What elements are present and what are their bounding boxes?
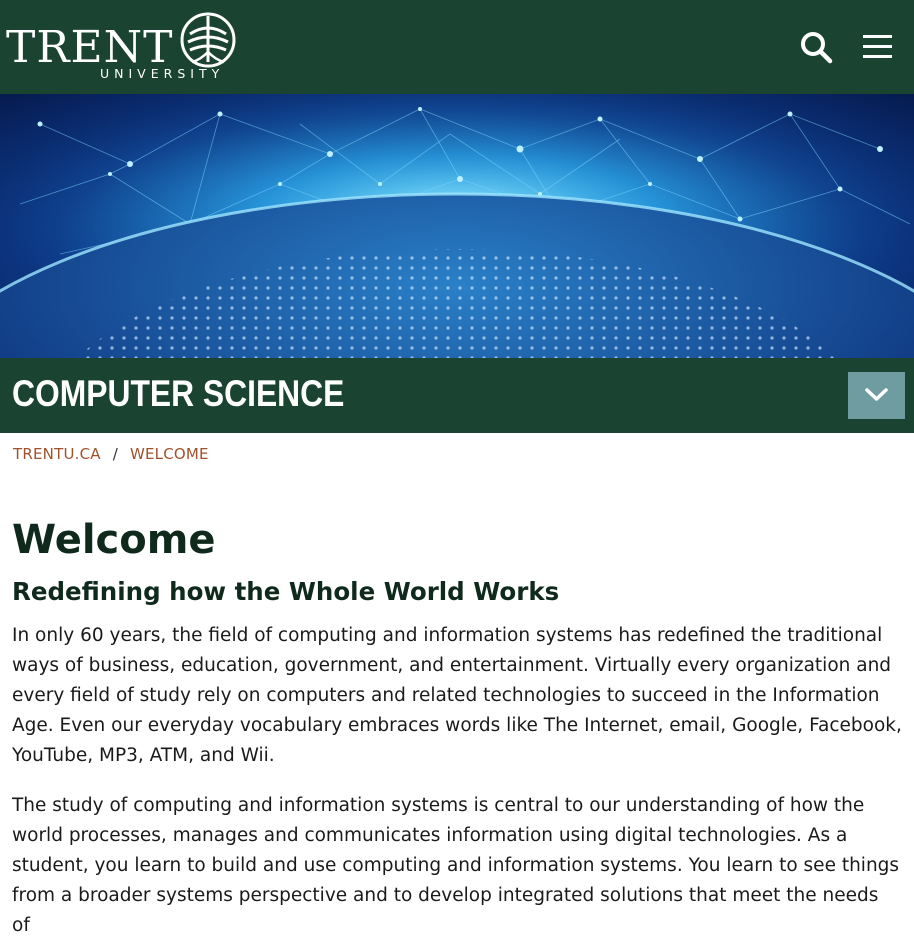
menu-button[interactable]: [860, 30, 894, 64]
hero-banner-image: [0, 94, 914, 358]
search-button[interactable]: [798, 29, 834, 65]
logo-subtitle: UNIVERSITY: [100, 66, 225, 81]
trent-university-logo[interactable]: TRENT UNIVERSITY: [6, 10, 238, 84]
site-header: TRENT UNIVERSITY: [0, 0, 914, 94]
breadcrumb-separator: /: [112, 445, 118, 463]
network-globe-graphic: [0, 94, 914, 358]
breadcrumb: TRENTU.CA / WELCOME: [13, 445, 209, 463]
section-menu-toggle-button[interactable]: [848, 372, 905, 419]
chevron-down-icon: [865, 388, 888, 401]
page-title: Welcome: [12, 517, 216, 563]
intro-paragraph-2: The study of computing and information s…: [12, 795, 900, 936]
trent-bridge-emblem-icon: [180, 12, 236, 68]
hamburger-menu-icon: [863, 35, 892, 58]
breadcrumb-link-home[interactable]: TRENTU.CA: [13, 445, 101, 463]
breadcrumb-link-current[interactable]: WELCOME: [130, 445, 209, 463]
search-icon: [801, 32, 833, 64]
logo-wordmark: TRENT: [6, 22, 174, 73]
intro-paragraph-1: In only 60 years, the field of computing…: [12, 625, 902, 766]
section-title-bar: COMPUTER SCIENCE: [0, 358, 914, 433]
page-subtitle: Redefining how the Whole World Works: [12, 577, 560, 606]
section-title: COMPUTER SCIENCE: [12, 373, 345, 414]
